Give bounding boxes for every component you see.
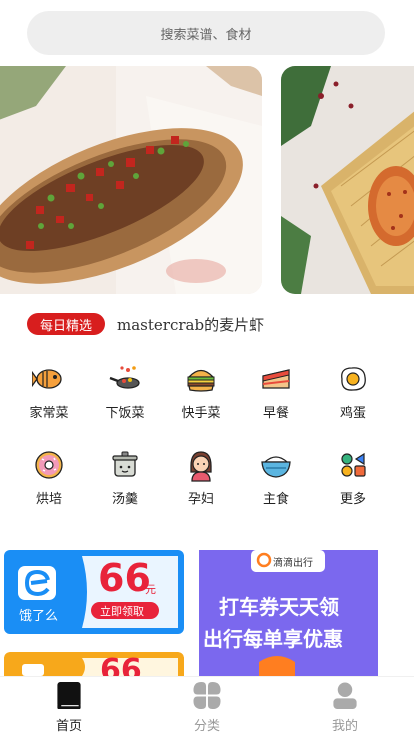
category-breakfast[interactable]: 早餐: [235, 362, 317, 422]
eleme-claim-button[interactable]: 立即领取: [100, 603, 144, 619]
fried-rice-basket-photo: [281, 66, 414, 294]
coupon-ad-partial[interactable]: 66: [4, 652, 184, 676]
category-label: 早餐: [262, 406, 289, 421]
coupon-partial-amount: 66: [100, 653, 142, 677]
category-label: 下饭菜: [105, 406, 145, 421]
tab-label: 分类: [193, 719, 220, 734]
category-label: 孕妇: [187, 492, 214, 507]
category-baking[interactable]: 烘培: [8, 448, 90, 508]
category-label: 烘培: [35, 492, 62, 507]
soup-pot-icon: [112, 451, 138, 477]
woman-icon: [190, 451, 212, 482]
rice-bowl-icon: [261, 456, 291, 478]
grid-icon: [193, 681, 221, 710]
eleme-coupon-ad[interactable]: 饿了么 66 元 立即领取: [4, 550, 184, 634]
eleme-unit: 元: [145, 583, 156, 596]
eleme-brand: 饿了么: [19, 609, 59, 624]
daily-pick-title: mastercrab的麦片虾: [117, 315, 265, 334]
category-soup[interactable]: 汤羹: [84, 448, 166, 508]
donut-icon: [35, 451, 63, 479]
user-icon: [333, 682, 357, 710]
coupon-ad-partial-background: [4, 652, 184, 676]
shapes-icon: [341, 452, 366, 477]
category-more[interactable]: 更多: [312, 448, 394, 508]
search-input[interactable]: 搜索菜谱、食材: [27, 11, 385, 55]
tab-profile[interactable]: 我的: [276, 677, 414, 734]
category-home-cooking[interactable]: 家常菜: [8, 362, 90, 422]
didi-line1: 打车券天天领: [219, 595, 339, 619]
tab-home[interactable]: 首页: [0, 677, 138, 734]
eleme-amount: 66: [98, 556, 151, 600]
didi-line2: 出行每单享优惠: [203, 627, 343, 651]
frying-pan-icon: [109, 366, 140, 389]
category-pregnant[interactable]: 孕妇: [160, 448, 242, 508]
banner-fish-dish[interactable]: [0, 66, 262, 294]
category-label: 家常菜: [29, 406, 69, 421]
fish-icon: [32, 369, 62, 389]
category-staple[interactable]: 主食: [235, 448, 317, 508]
daily-pick-badge: 每日精选: [27, 313, 106, 335]
banner-fried-rice[interactable]: [281, 66, 414, 294]
fried-egg-icon: [341, 367, 366, 391]
didi-coupon-ad[interactable]: 滴滴出行 打车券天天领 出行每单享优惠: [199, 550, 378, 676]
category-quick-dish[interactable]: 快手菜: [160, 362, 242, 422]
category-label: 汤羹: [111, 492, 138, 507]
daily-pick[interactable]: 每日精选 mastercrab的麦片虾: [27, 312, 264, 336]
category-label: 快手菜: [181, 406, 221, 421]
category-label: 主食: [262, 492, 289, 507]
tab-label: 我的: [331, 719, 358, 734]
category-egg[interactable]: 鸡蛋: [312, 362, 394, 422]
category-label: 鸡蛋: [339, 406, 366, 421]
cake-slice-icon: [262, 369, 290, 389]
category-label: 更多: [339, 492, 366, 507]
book-icon: [57, 681, 81, 710]
category-grid: 家常菜 下饭菜 快手菜 早餐 鸡蛋 烘培 汤羹 孕妇 主食 更多: [0, 362, 414, 532]
fish-dish-photo: [0, 66, 262, 294]
didi-brand: 滴滴出行: [273, 558, 313, 569]
app-screen: 搜索菜谱、食材 每日精选 mastercrab的麦片虾 家常菜 下饭菜 快手菜 …: [0, 0, 414, 734]
category-rice-dish[interactable]: 下饭菜: [84, 362, 166, 422]
tab-category[interactable]: 分类: [138, 677, 276, 734]
bottom-tab-bar: 首页 分类 我的: [0, 676, 414, 734]
tab-label: 首页: [55, 719, 82, 734]
burger-icon: [187, 369, 215, 392]
